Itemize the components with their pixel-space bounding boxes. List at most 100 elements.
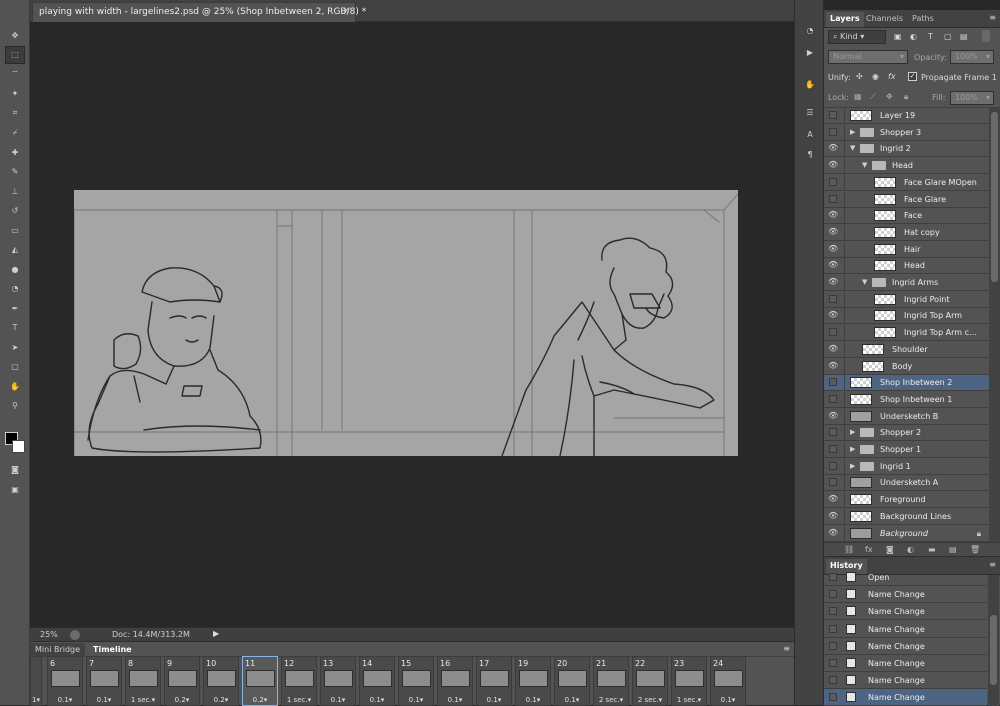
timeline-frame[interactable]: 11 0.2▾ [242,656,278,706]
eyedropper-icon[interactable]: ⌿ [5,124,25,142]
timeline-frame[interactable]: 7 0.1▾ [86,656,122,706]
collapse-group-icon[interactable]: ▼ [862,278,867,286]
visibility-toggle[interactable] [829,445,837,453]
paragraph-icon[interactable]: ¶ [801,146,819,162]
history-snapshot-toggle[interactable] [829,624,837,633]
layer-scrollbar[interactable] [989,108,1000,542]
history-item[interactable]: Name Change [824,655,987,672]
visibility-eye-icon[interactable]: 👁︎ [828,344,838,354]
new-layer-icon[interactable]: ▤ [949,545,957,554]
layer-row[interactable]: Ingrid Top Arm c... [824,325,989,342]
visibility-eye-icon[interactable]: 👁︎ [828,310,838,320]
timeline-frame[interactable]: 22 2 sec.▾ [632,656,668,706]
visibility-eye-icon[interactable]: 👁︎ [828,528,838,538]
layer-row[interactable]: ▶ Shopper 3 [824,124,989,141]
history-snapshot-toggle[interactable] [829,590,837,599]
layer-row[interactable]: ▶ Ingrid 1 [824,458,989,475]
timeline-frame[interactable]: 6 0.1▾ [47,656,83,706]
visibility-toggle[interactable] [829,194,837,203]
frame-delay[interactable]: 0.1▾ [360,696,394,704]
expand-group-icon[interactable]: ▶ [850,428,855,436]
visibility-toggle[interactable] [829,127,837,136]
layer-row[interactable]: 👁︎ ▼ Ingrid Arms [824,275,989,291]
paint-bucket-icon[interactable]: ◭ [5,241,25,259]
history-scrollbar-thumb[interactable] [990,615,997,685]
magic-wand-icon[interactable]: ✦ [5,85,25,103]
visibility-toggle[interactable] [829,294,837,303]
frame-delay[interactable]: 1 sec.▾ [672,696,706,704]
quick-mask-icon[interactable]: ◙ [5,460,25,478]
fill-input[interactable]: 100% ▾ [950,91,994,105]
layer-row[interactable]: 👁︎ Face [824,208,989,225]
layer-row[interactable]: 👁︎ ▼ Ingrid 2 [824,141,989,158]
clone-stamp-icon[interactable]: ⊥ [5,182,25,200]
tab-channels[interactable]: Channels [862,12,907,27]
visibility-toggle[interactable] [829,394,837,403]
visibility-eye-icon[interactable]: 👁︎ [828,210,838,220]
timeline-frame[interactable]: 8 1 sec.▾ [125,656,161,706]
link-icon[interactable]: ⛓ [844,545,854,554]
frame-delay[interactable]: 0.1▾ [87,696,121,704]
visibility-eye-icon[interactable]: 👁︎ [828,260,838,270]
history-panel-icon[interactable]: ◔ [801,22,819,38]
layer-row[interactable]: ▶ Shopper 1 [824,442,989,458]
blend-mode-select[interactable]: Normal ▾ [828,50,908,64]
filter-smart-object-icon[interactable]: ▤ [960,32,968,41]
timeline-frame-partial[interactable]: 1▾ [30,656,42,706]
close-tab-icon[interactable]: × [342,6,350,16]
frame-delay[interactable]: 0.2▾ [243,696,277,704]
visibility-toggle[interactable] [829,461,837,470]
lock-brush-icon[interactable]: ⟋ [870,92,876,102]
timeline-frame[interactable]: 9 0.2▾ [164,656,200,706]
frame-delay[interactable]: 0.1▾ [321,696,355,704]
collapse-group-icon[interactable]: ▼ [862,161,867,169]
frame-delay[interactable]: 1 sec.▾ [126,696,160,704]
pen-icon[interactable]: ✒ [5,299,25,317]
visibility-eye-icon[interactable]: 👁︎ [828,494,838,504]
actions-icon[interactable]: ▶ [801,44,819,60]
timeline-menu-icon[interactable]: ≡ [783,644,790,653]
lasso-icon[interactable]: ⌔ [5,65,25,83]
kind-filter-select[interactable]: ⌕ Kind ▾ [828,30,886,44]
filter-adjustment-icon[interactable]: ◐ [910,32,917,41]
timeline-frame[interactable]: 20 0.1▾ [554,656,590,706]
history-snapshot-toggle[interactable] [829,693,837,702]
healing-brush-icon[interactable]: ✚ [5,143,25,161]
frame-delay[interactable]: 0.1▾ [555,696,589,704]
status-info-icon[interactable] [70,630,80,640]
layer-row[interactable]: Layer 19 [824,108,989,124]
layer-row[interactable]: 👁︎ Hat copy [824,224,989,241]
frame-delay[interactable]: 2 sec.▾ [594,696,628,704]
screen-mode-icon[interactable]: ▣ [5,480,25,498]
frame-delay[interactable]: 0.1▾ [48,696,82,704]
unify-position-icon[interactable]: ✣ [856,72,863,81]
history-item[interactable]: Name Change [824,621,987,638]
history-item[interactable]: Name Change [824,603,987,621]
zoom-icon[interactable]: ⚲ [5,397,25,415]
history-snapshot-toggle[interactable] [829,573,837,581]
tab-mini-bridge[interactable]: Mini Bridge [30,643,86,656]
frame-delay[interactable]: 0.2▾ [165,696,199,704]
visibility-eye-icon[interactable]: 👁︎ [828,160,838,170]
unify-visibility-icon[interactable]: ◉ [872,72,879,81]
timeline-frame[interactable]: 17 0.1▾ [476,656,512,706]
visibility-toggle[interactable] [829,111,837,119]
visibility-toggle[interactable] [829,478,837,487]
path-selection-icon[interactable]: ➤ [5,338,25,356]
filter-toggle-switch[interactable] [982,30,990,42]
timeline-frame[interactable]: 16 0.1▾ [437,656,473,706]
folder-icon[interactable]: ▬ [928,545,936,554]
history-item[interactable]: Name Change [824,638,987,655]
layer-scrollbar-thumb[interactable] [991,112,998,282]
layer-row[interactable]: Shop Inbetween 2 [824,375,989,392]
layer-row[interactable]: Ingrid Point [824,291,989,308]
visibility-eye-icon[interactable]: 👁︎ [828,143,838,153]
visibility-eye-icon[interactable]: 👁︎ [828,227,838,237]
visibility-eye-icon[interactable]: 👁︎ [828,411,838,421]
background-color-swatch[interactable] [12,440,25,453]
layer-row[interactable]: Undersketch A [824,475,989,492]
layer-row[interactable]: Face Glare MOpen [824,174,989,191]
frame-delay[interactable]: 0.1▾ [711,696,745,704]
add-style-icon[interactable]: fx [865,545,873,554]
layer-row[interactable]: 👁︎ Ingrid Top Arm [824,308,989,325]
